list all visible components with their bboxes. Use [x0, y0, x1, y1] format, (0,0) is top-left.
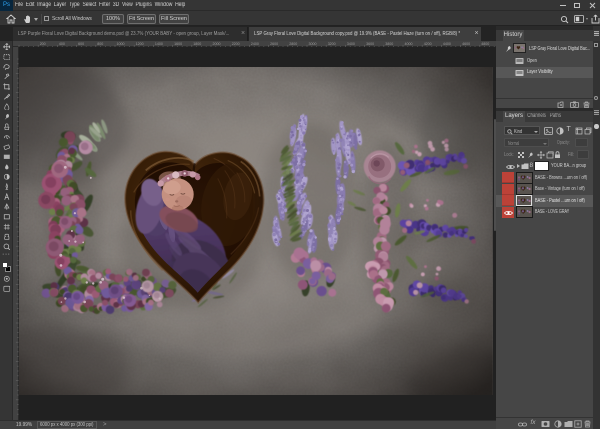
- svg-text:400: 400: [59, 42, 65, 46]
- svg-text:3600: 3600: [366, 42, 374, 46]
- svg-text:4200: 4200: [424, 42, 432, 46]
- svg-text:3200: 3200: [328, 42, 336, 46]
- svg-text:2200: 2200: [232, 42, 240, 46]
- svg-text:2000: 2000: [213, 42, 221, 46]
- svg-text:2400: 2400: [251, 42, 259, 46]
- svg-text:3400: 3400: [347, 42, 355, 46]
- svg-text:4600: 4600: [462, 42, 470, 46]
- svg-text:3800: 3800: [385, 42, 393, 46]
- svg-text:1400: 1400: [155, 42, 163, 46]
- svg-text:4400: 4400: [443, 42, 451, 46]
- svg-text:1600: 1600: [174, 42, 182, 46]
- svg-text:2800: 2800: [289, 42, 297, 46]
- svg-text:1000: 1000: [117, 42, 125, 46]
- svg-text:600: 600: [78, 42, 84, 46]
- svg-text:3000: 3000: [309, 42, 317, 46]
- svg-text:4800: 4800: [481, 42, 489, 46]
- svg-text:4000: 4000: [405, 42, 413, 46]
- svg-text:800: 800: [97, 42, 103, 46]
- svg-text:1200: 1200: [136, 42, 144, 46]
- svg-text:2600: 2600: [270, 42, 278, 46]
- svg-text:200: 200: [40, 42, 46, 46]
- svg-text:1800: 1800: [193, 42, 201, 46]
